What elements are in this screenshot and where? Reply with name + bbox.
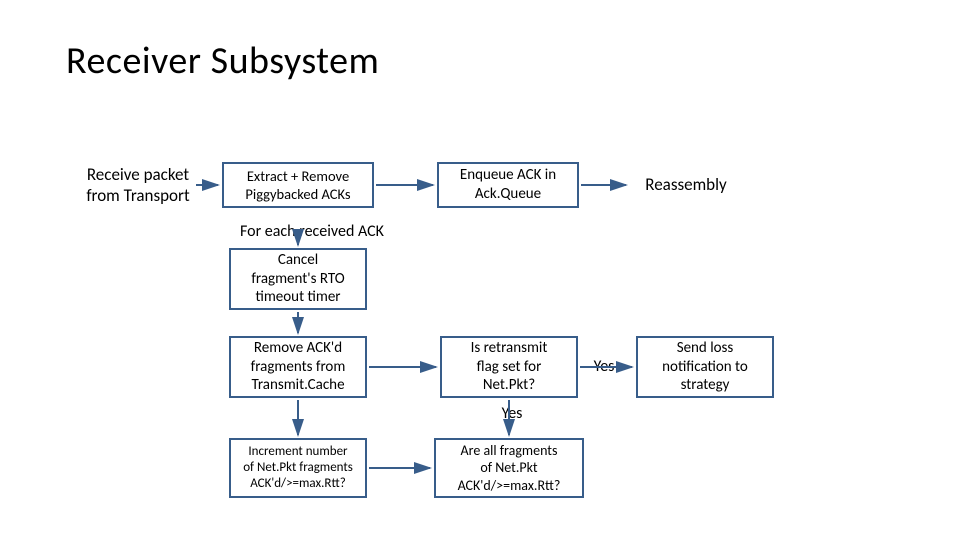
box-extract-remove: Extract + RemovePiggybacked ACKs xyxy=(222,162,374,208)
box-all-fragments: Are all fragmentsof Net.PktACK'd/>=max.R… xyxy=(434,438,584,498)
box-send-loss: Send lossnotification tostrategy xyxy=(636,336,774,398)
box-enqueue-ack: Enqueue ACK inAck.Queue xyxy=(437,162,579,208)
box-is-retransmit: Is retransmitflag set forNet.Pkt? xyxy=(440,336,578,398)
box-remove-ackd: Remove ACK'dfragments fromTransmit.Cache xyxy=(229,336,367,398)
box-increment: Increment numberof Net.Pkt fragmentsACK'… xyxy=(229,438,367,498)
label-receive-packet: Receive packetfrom Transport xyxy=(78,164,198,207)
label-yes-right: Yes xyxy=(584,357,624,377)
box-cancel-rto: Cancelfragment's RTOtimeout timer xyxy=(229,248,367,310)
page-title: Receiver Subsystem xyxy=(66,38,379,84)
label-for-each-ack: For each received ACK xyxy=(218,222,406,242)
label-yes-below: Yes xyxy=(492,404,532,424)
label-reassembly: Reassembly xyxy=(626,174,746,195)
